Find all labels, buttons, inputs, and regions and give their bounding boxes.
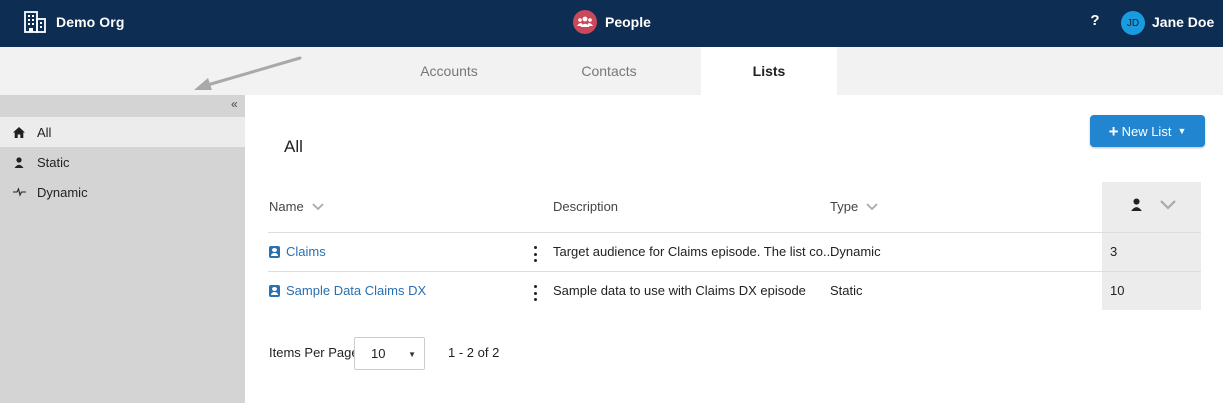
- chevron-down-icon: [312, 202, 324, 210]
- column-header-description: Description: [553, 199, 618, 214]
- org-switcher[interactable]: Demo Org: [24, 10, 124, 34]
- column-header-name[interactable]: Name: [269, 199, 324, 214]
- items-per-page-label: Items Per Page: [269, 345, 359, 360]
- list-name-link[interactable]: Sample Data Claims DX: [269, 283, 426, 298]
- list-member-count: 3: [1110, 244, 1118, 259]
- avatar[interactable]: JD: [1121, 11, 1145, 35]
- tab-lists[interactable]: Lists: [701, 47, 837, 95]
- divider: [268, 271, 1201, 272]
- list-type: Static: [830, 283, 863, 298]
- top-bar: Demo Org People ? JD Jane Doe: [0, 0, 1223, 47]
- list-name: Sample Data Claims DX: [286, 283, 427, 298]
- contact-list-icon: [269, 245, 280, 258]
- column-header-label: Name: [269, 199, 304, 214]
- contact-list-icon: [269, 284, 280, 297]
- plus-icon: +: [1108, 121, 1119, 141]
- app-switcher[interactable]: People: [573, 10, 651, 34]
- tab-accounts[interactable]: Accounts: [395, 47, 503, 95]
- sidebar-item-dynamic[interactable]: Dynamic: [0, 177, 245, 207]
- divider: [268, 232, 1201, 233]
- items-per-page-value: 10: [371, 346, 386, 361]
- tab-strip: Accounts Contacts Lists: [0, 47, 1223, 95]
- app-name: People: [605, 14, 651, 30]
- person-icon: [12, 155, 26, 169]
- pagination-range: 1 - 2 of 2: [448, 345, 500, 360]
- person-icon: [1131, 198, 1142, 211]
- new-list-button[interactable]: + New List ▼: [1090, 115, 1205, 147]
- sidebar-item-label: Static: [37, 154, 70, 170]
- tab-contacts[interactable]: Contacts: [548, 47, 670, 95]
- sidebar-item-label: All: [37, 124, 52, 140]
- list-description: Target audience for Claims episode. The …: [553, 244, 834, 259]
- collapse-sidebar-button[interactable]: «: [231, 97, 238, 111]
- annotation-arrow: [194, 56, 302, 90]
- list-description: Sample data to use with Claims DX episod…: [553, 283, 806, 298]
- column-header-label: Type: [830, 199, 859, 214]
- list-name: Claims: [286, 244, 326, 259]
- sidebar: « All Static Dynamic: [0, 95, 245, 403]
- building-icon: [24, 11, 46, 33]
- table-row: Claims: [269, 244, 326, 259]
- caret-down-icon: ▼: [1177, 126, 1187, 136]
- sidebar-item-label: Dynamic: [37, 184, 88, 200]
- org-name: Demo Org: [56, 14, 125, 30]
- items-per-page-select[interactable]: 10 ▼: [354, 337, 425, 370]
- user-name[interactable]: Jane Doe: [1152, 14, 1214, 30]
- page-title: All: [284, 137, 303, 156]
- column-header-label: Description: [553, 199, 619, 214]
- column-header-members[interactable]: [1130, 198, 1176, 211]
- list-member-count: 10: [1110, 283, 1125, 298]
- pulse-icon: [12, 185, 26, 199]
- chevron-down-icon: [1160, 199, 1176, 210]
- home-icon: [12, 125, 26, 139]
- row-menu-button[interactable]: [531, 284, 539, 302]
- sidebar-item-all[interactable]: All: [0, 117, 245, 147]
- new-list-label: New List: [1121, 123, 1172, 139]
- list-type: Dynamic: [830, 244, 881, 259]
- caret-down-icon: ▼: [408, 350, 416, 359]
- row-menu-button[interactable]: [531, 245, 539, 263]
- sidebar-item-static[interactable]: Static: [0, 147, 245, 177]
- column-header-type[interactable]: Type: [830, 199, 878, 214]
- table-row: Sample Data Claims DX: [269, 283, 426, 298]
- list-name-link[interactable]: Claims: [269, 244, 326, 259]
- help-button[interactable]: ?: [1089, 12, 1101, 29]
- chevron-down-icon: [866, 202, 878, 210]
- people-icon: [573, 10, 597, 34]
